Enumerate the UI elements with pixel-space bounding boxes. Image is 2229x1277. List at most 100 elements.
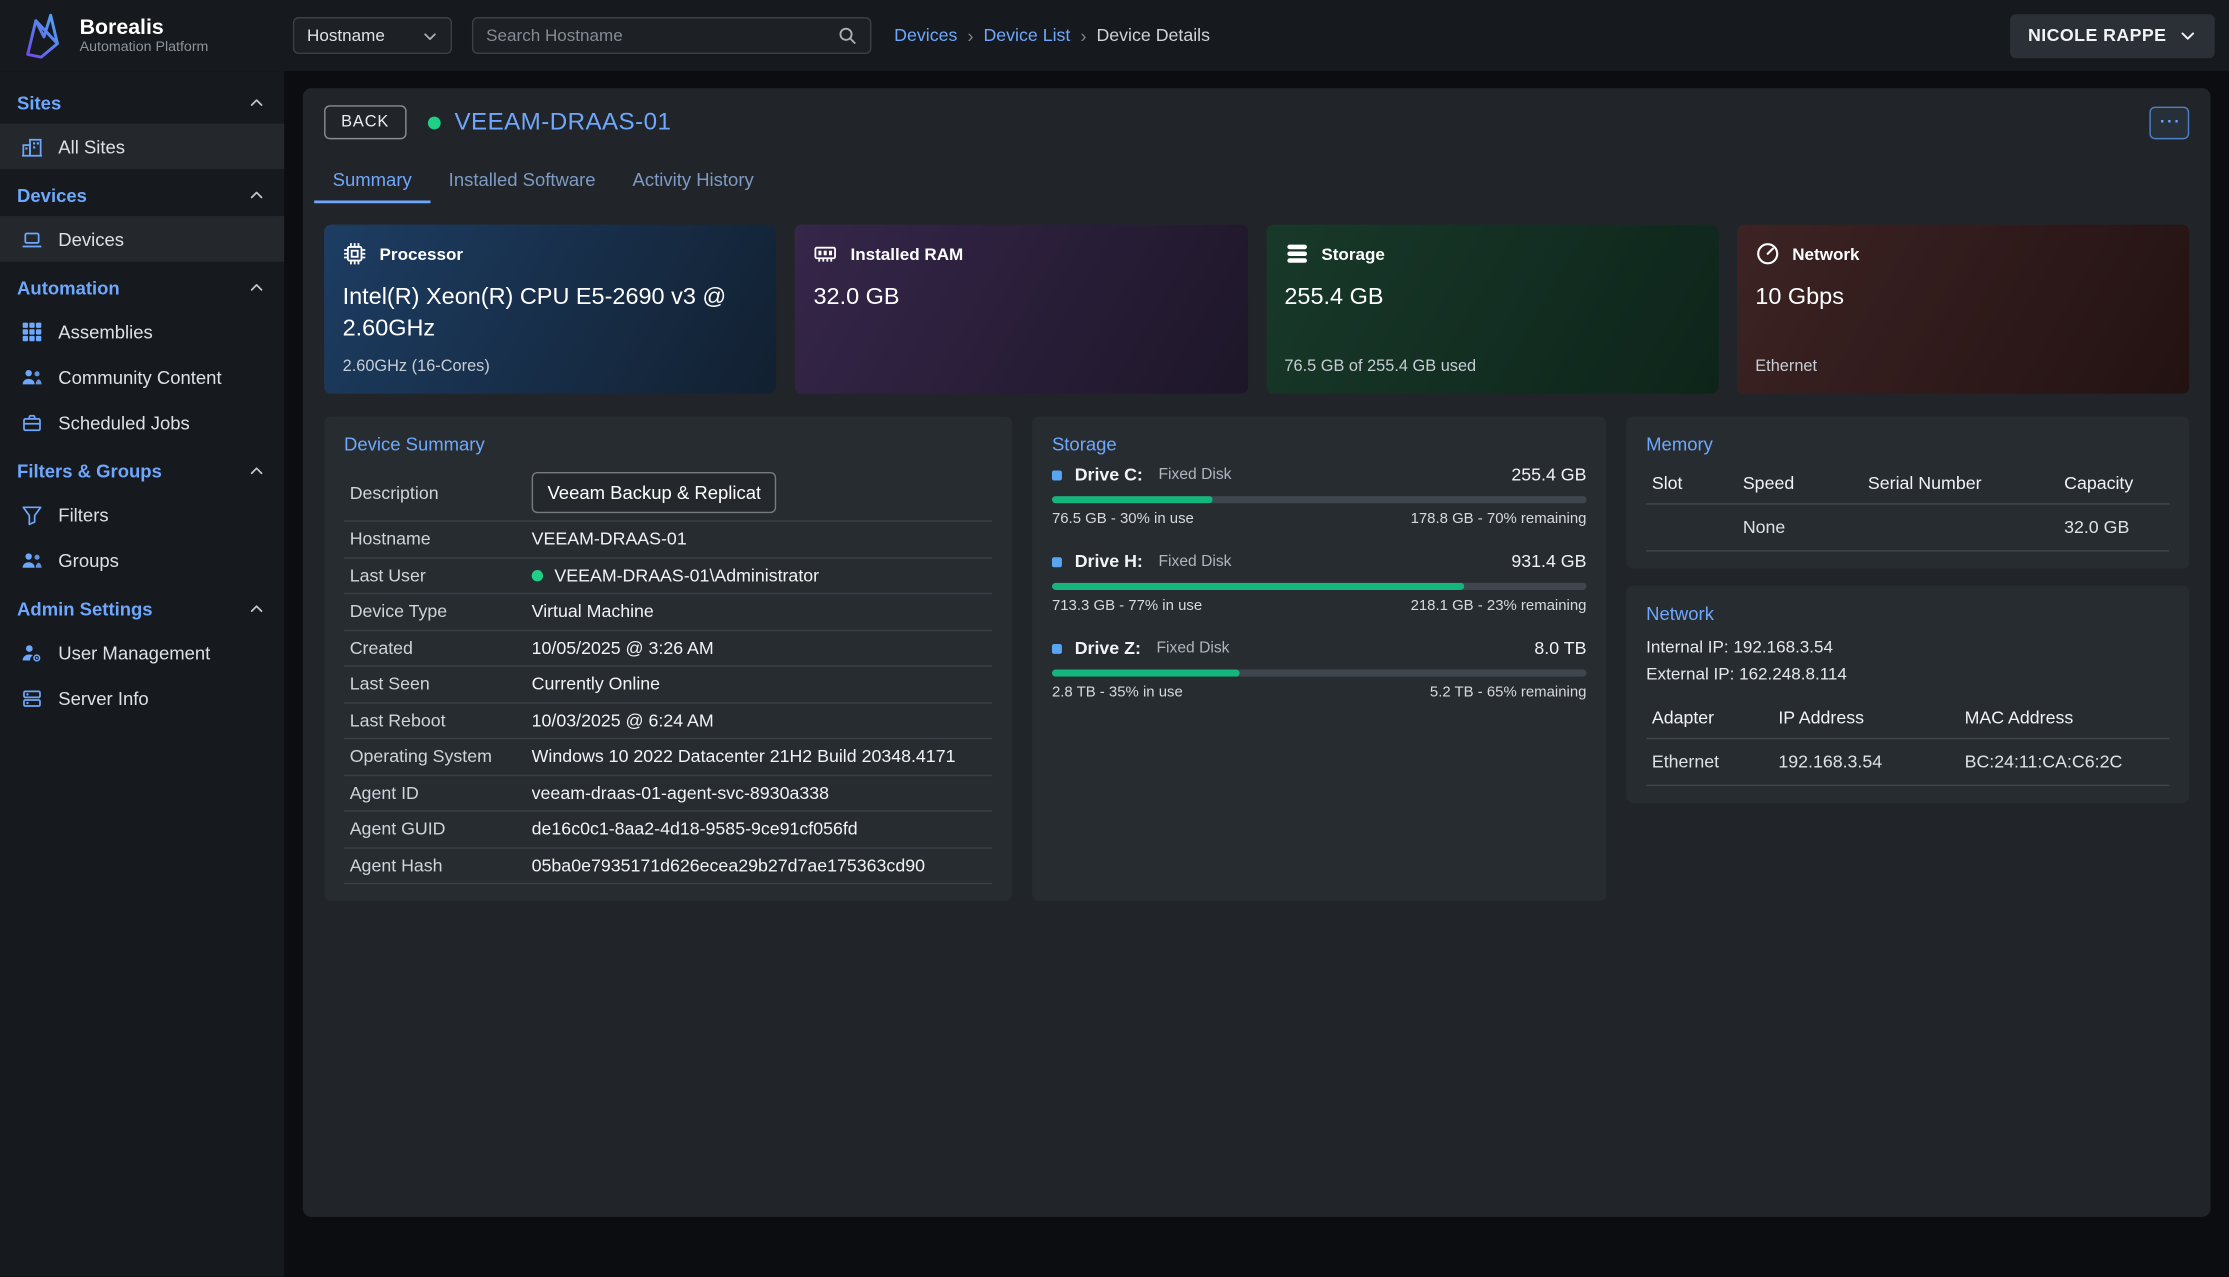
summary-row-value: Virtual Machine [532, 602, 654, 622]
more-options-button[interactable]: ⋯ [2149, 106, 2189, 139]
table-cell: BC:24:11:CA:C6:2C [1959, 752, 2169, 772]
stat-card-header: Storage [1284, 242, 1699, 266]
drive-usage-bar [1052, 496, 1587, 503]
drive-remaining: 5.2 TB - 65% remaining [1430, 684, 1587, 701]
summary-row-label: Operating System [350, 747, 532, 767]
breadcrumb-item-device-list[interactable]: Device List [983, 26, 1070, 46]
cpu-icon [343, 242, 367, 266]
sidebar-section-label: Devices [17, 184, 87, 205]
summary-row-label: Hostname [350, 529, 532, 549]
summary-row-label: Agent ID [350, 783, 532, 803]
column-header-mac-address: MAC Address [1959, 708, 2169, 728]
stat-card-footer: Ethernet [1755, 358, 2170, 376]
summary-row-agent-id: Agent IDveeam-draas-01-agent-svc-8930a33… [344, 775, 992, 811]
tab-activity-history[interactable]: Activity History [614, 156, 772, 203]
drive-stats: 76.5 GB - 30% in use 178.8 GB - 70% remai… [1052, 510, 1587, 527]
stat-card-value: 10 Gbps [1755, 281, 2170, 313]
drive-used: 76.5 GB - 30% in use [1052, 510, 1194, 527]
sidebar-section-sites[interactable]: Sites [0, 81, 284, 124]
drive-size: 255.4 GB [1511, 465, 1586, 485]
people-icon [20, 366, 43, 387]
user-menu[interactable]: NICOLE RAPPE [2010, 14, 2215, 58]
brand: Borealis Automation Platform [0, 9, 284, 63]
drive-usage-fill [1052, 583, 1464, 590]
table-header-row: AdapterIP AddressMAC Address [1646, 700, 2169, 740]
drive-remaining: 178.8 GB - 70% remaining [1411, 510, 1587, 527]
server-icon [20, 687, 43, 708]
description-input[interactable] [532, 472, 777, 513]
summary-row-text: 05ba0e7935171d626ecea29b27d7ae175363cd90 [532, 855, 925, 875]
sidebar-item-community-content[interactable]: Community Content [0, 354, 284, 399]
sidebar-section-admin-settings[interactable]: Admin Settings [0, 587, 284, 630]
sidebar-item-groups[interactable]: Groups [0, 537, 284, 582]
network-table: AdapterIP AddressMAC AddressEthernet192.… [1646, 700, 2169, 787]
summary-row-value: Windows 10 2022 Datacenter 21H2 Build 20… [532, 747, 956, 767]
table-cell: None [1737, 517, 1862, 537]
chevron-up-icon [249, 187, 265, 203]
network-panel: Network Internal IP: 192.168.3.54 Extern… [1626, 586, 2189, 804]
breadcrumb-item-devices[interactable]: Devices [894, 26, 957, 46]
borealis-logo-icon [14, 9, 68, 63]
sidebar-item-label: Scheduled Jobs [58, 412, 190, 433]
tab-installed-software[interactable]: Installed Software [430, 156, 614, 203]
sidebar-item-label: Filters [58, 504, 108, 525]
summary-row-value: de16c0c1-8aa2-4d18-9585-9ce91cf056fd [532, 819, 858, 839]
sidebar-item-devices[interactable]: Devices [0, 216, 284, 261]
grid-icon [20, 321, 43, 342]
table-cell [1862, 517, 2058, 537]
tab-summary[interactable]: Summary [314, 156, 430, 203]
sidebar-section-filters-groups[interactable]: Filters & Groups [0, 449, 284, 492]
sidebar-nav: SitesAll Sites Devices Devices AutomationAs… [0, 71, 284, 1276]
sidebar-section-devices[interactable]: Devices [0, 173, 284, 216]
stat-card-title: Storage [1321, 244, 1385, 264]
summary-row-hostname: HostnameVEEAM-DRAAS-01 [344, 522, 992, 558]
sidebar-item-assemblies[interactable]: Assemblies [0, 308, 284, 353]
drive-name: Drive H: [1075, 552, 1143, 572]
filter-icon [20, 504, 43, 525]
column-header-adapter: Adapter [1646, 708, 1773, 728]
back-button[interactable]: BACK [324, 105, 406, 139]
drive-usage-bar [1052, 670, 1587, 677]
brand-subtitle: Automation Platform [80, 40, 209, 56]
summary-row-device-type: Device TypeVirtual Machine [344, 594, 992, 630]
table-row: None 32.0 GB [1646, 505, 2169, 552]
summary-row-last-user: Last UserVEEAM-DRAAS-01\Administrator [344, 558, 992, 594]
chevron-up-icon [249, 463, 265, 479]
app: Borealis Automation Platform Hostname De… [0, 0, 2229, 1277]
stack-icon [1284, 242, 1308, 266]
memory-panel: Memory SlotSpeedSerial NumberCapacityNon… [1626, 417, 2189, 569]
sidebar-item-all-sites[interactable]: All Sites [0, 124, 284, 169]
table-cell: 32.0 GB [2058, 517, 2169, 537]
drive-size: 8.0 TB [1534, 638, 1586, 658]
stat-card-processor: ProcessorIntel(R) Xeon(R) CPU E5-2690 v3… [324, 225, 776, 394]
search-input[interactable] [486, 26, 837, 46]
summary-row-label: Agent GUID [350, 819, 532, 839]
device-summary-rows: DescriptionHostnameVEEAM-DRAAS-01Last Us… [344, 465, 992, 884]
drive-remaining: 218.1 GB - 23% remaining [1411, 597, 1587, 614]
user-gear-icon [20, 642, 43, 663]
sidebar-item-scheduled-jobs[interactable]: Scheduled Jobs [0, 399, 284, 444]
sidebar-item-filters[interactable]: Filters [0, 492, 284, 537]
stat-card-footer [813, 358, 1228, 376]
table-header-row: SlotSpeedSerial NumberCapacity [1646, 465, 2169, 505]
drive-used: 713.3 GB - 77% in use [1052, 597, 1202, 614]
online-dot [532, 570, 543, 581]
table-cell: Ethernet [1646, 752, 1773, 772]
sidebar-item-server-info[interactable]: Server Info [0, 675, 284, 720]
summary-row-label: Last Seen [350, 674, 532, 694]
sidebar-section-label: Filters & Groups [17, 460, 162, 481]
stat-card-header: Installed RAM [813, 242, 1228, 266]
column-header-speed: Speed [1737, 473, 1862, 493]
summary-row-value: VEEAM-DRAAS-01 [532, 529, 687, 549]
briefcase-icon [20, 412, 43, 433]
sidebar-section-automation[interactable]: Automation [0, 266, 284, 309]
sidebar-item-user-management[interactable]: User Management [0, 630, 284, 675]
search-container [472, 17, 871, 54]
memory-table: SlotSpeedSerial NumberCapacity None 32.0 G… [1646, 465, 2169, 552]
hostname-filter-select[interactable]: Hostname [293, 17, 452, 54]
summary-row-operating-system: Operating SystemWindows 10 2022 Datacent… [344, 739, 992, 775]
breadcrumb-item-device-details: Device Details [1096, 26, 1210, 46]
drive-stats: 2.8 TB - 35% in use5.2 TB - 65% remainin… [1052, 684, 1587, 701]
sidebar-item-label: Community Content [58, 366, 221, 387]
topbar: Borealis Automation Platform Hostname De… [0, 0, 2229, 71]
